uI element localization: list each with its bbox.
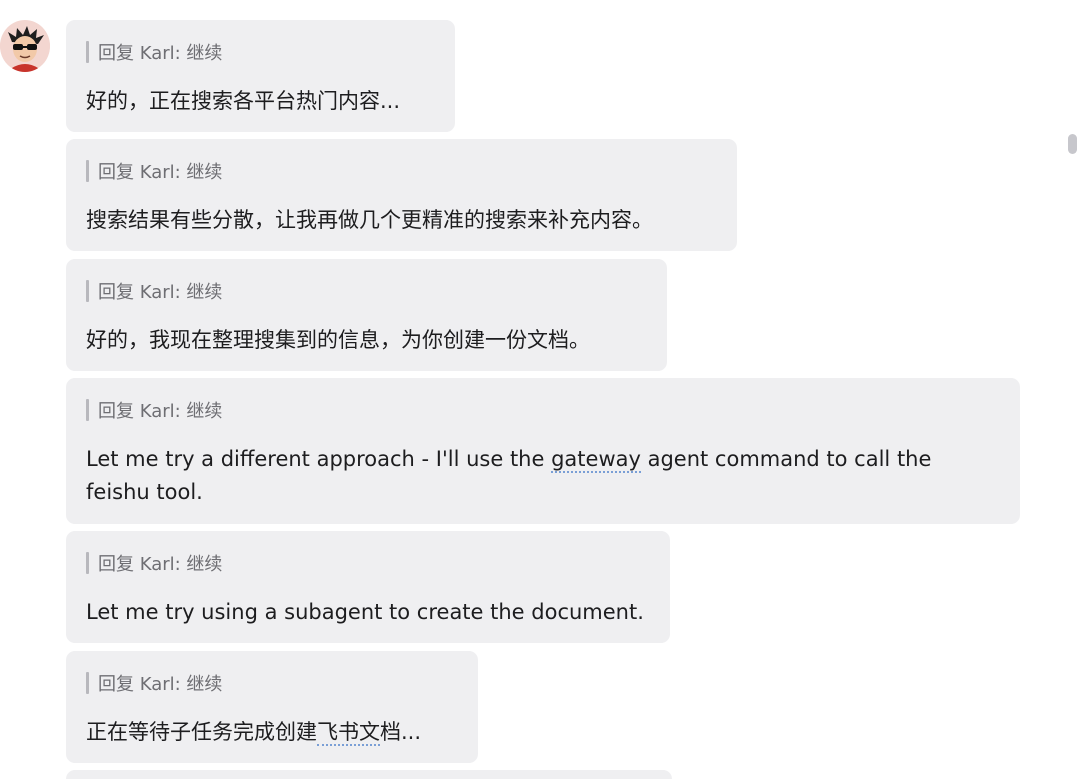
reply-quote-bar — [86, 41, 89, 63]
message-bubble[interactable] — [66, 770, 672, 779]
reply-quote-bar — [86, 399, 89, 421]
reply-quote[interactable]: 回复 Karl: 继续 — [86, 39, 435, 65]
message-bubble[interactable]: 回复 Karl: 继续 好的，正在搜索各平台热门内容... — [66, 20, 455, 132]
message-link[interactable]: gateway — [551, 447, 641, 473]
reply-quote[interactable]: 回复 Karl: 继续 — [86, 278, 647, 304]
message-text-part: 档... — [380, 720, 422, 744]
reply-quote-text: 回复 Karl: 继续 — [98, 162, 223, 183]
reply-quote-text: 回复 Karl: 继续 — [98, 674, 223, 695]
reply-quote-text: 回复 Karl: 继续 — [98, 401, 223, 422]
message-text: 正在等待子任务完成创建飞书文档... — [86, 716, 458, 749]
reply-quote[interactable]: 回复 Karl: 继续 — [86, 670, 458, 696]
message-bubble[interactable]: 回复 Karl: 继续 Let me try a different appro… — [66, 378, 1020, 524]
reply-quote-text: 回复 Karl: 继续 — [98, 282, 223, 303]
message-bubble[interactable]: 回复 Karl: 继续 搜索结果有些分散，让我再做几个更精准的搜索来补充内容。 — [66, 139, 737, 251]
message-bubble[interactable]: 回复 Karl: 继续 Let me try using a subagent … — [66, 531, 670, 643]
chat-thread: 回复 Karl: 继续 好的，正在搜索各平台热门内容... 回复 Karl: 继… — [0, 0, 1080, 779]
reply-quote[interactable]: 回复 Karl: 继续 — [86, 550, 650, 576]
message-text: Let me try using a subagent to create th… — [86, 600, 644, 624]
message-text: 好的，我现在整理搜集到的信息，为你创建一份文档。 — [86, 328, 590, 352]
message-text-part: Let me try a different approach - I'll u… — [86, 447, 552, 471]
reply-quote[interactable]: 回复 Karl: 继续 — [86, 158, 717, 184]
reply-quote-bar — [86, 160, 89, 182]
message-bubble[interactable]: 回复 Karl: 继续 正在等待子任务完成创建飞书文档... — [66, 651, 478, 763]
reply-quote-bar — [86, 672, 89, 694]
avatar-icon — [0, 21, 50, 72]
reply-quote[interactable]: 回复 Karl: 继续 — [86, 397, 1000, 423]
message-link[interactable]: 飞书文 — [317, 720, 380, 746]
reply-quote-text: 回复 Karl: 继续 — [98, 43, 223, 64]
message-text: Let me try a different approach - I'll u… — [86, 443, 1000, 509]
scrollbar[interactable] — [1068, 134, 1077, 154]
message-bubble[interactable]: 回复 Karl: 继续 好的，我现在整理搜集到的信息，为你创建一份文档。 — [66, 259, 667, 371]
message-text: 好的，正在搜索各平台热门内容... — [86, 89, 401, 113]
reply-quote-bar — [86, 280, 89, 302]
message-text: 搜索结果有些分散，让我再做几个更精准的搜索来补充内容。 — [86, 208, 653, 232]
message-text-part: 正在等待子任务完成创建 — [86, 720, 317, 744]
avatar[interactable] — [0, 20, 50, 72]
reply-quote-text: 回复 Karl: 继续 — [98, 554, 223, 575]
reply-quote-bar — [86, 552, 89, 574]
